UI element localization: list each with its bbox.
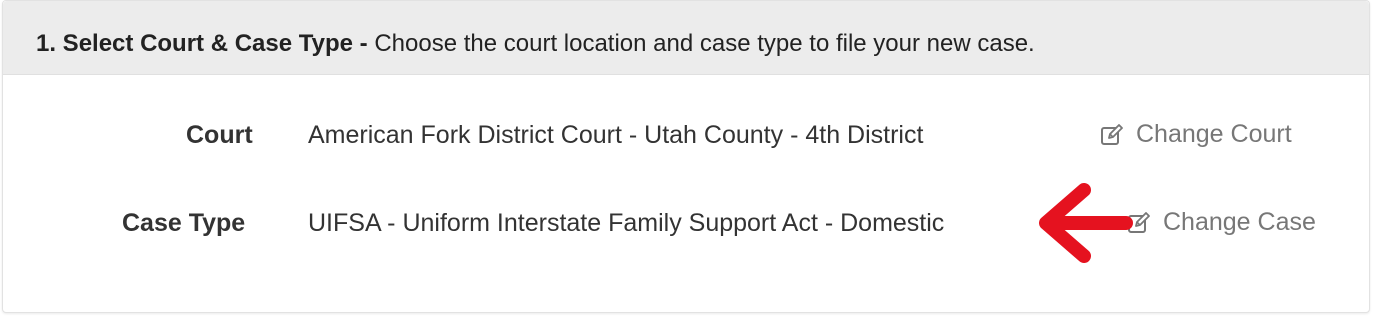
change-court-label: Change Court: [1136, 120, 1292, 148]
change-case-link[interactable]: Change Case: [1127, 208, 1316, 237]
change-case-label: Change Case: [1163, 208, 1316, 236]
case-type-value: UIFSA - Uniform Interstate Family Suppor…: [308, 209, 945, 237]
court-label: Court: [186, 121, 253, 149]
edit-icon: [1100, 123, 1124, 147]
select-court-case-type-panel: 1. Select Court & Case Type - Choose the…: [2, 0, 1370, 313]
panel-heading: 1. Select Court & Case Type - Choose the…: [3, 1, 1369, 75]
case-type-label: Case Type: [122, 209, 246, 237]
step-description: Choose the court location and case type …: [374, 30, 1035, 57]
red-arrow-left-icon: [1039, 183, 1133, 263]
step-title: 1. Select Court & Case Type -: [36, 30, 368, 57]
panel-heading-text: 1. Select Court & Case Type - Choose the…: [36, 29, 1035, 59]
change-court-link[interactable]: Change Court: [1100, 120, 1292, 149]
court-value: American Fork District Court - Utah Coun…: [308, 121, 924, 149]
